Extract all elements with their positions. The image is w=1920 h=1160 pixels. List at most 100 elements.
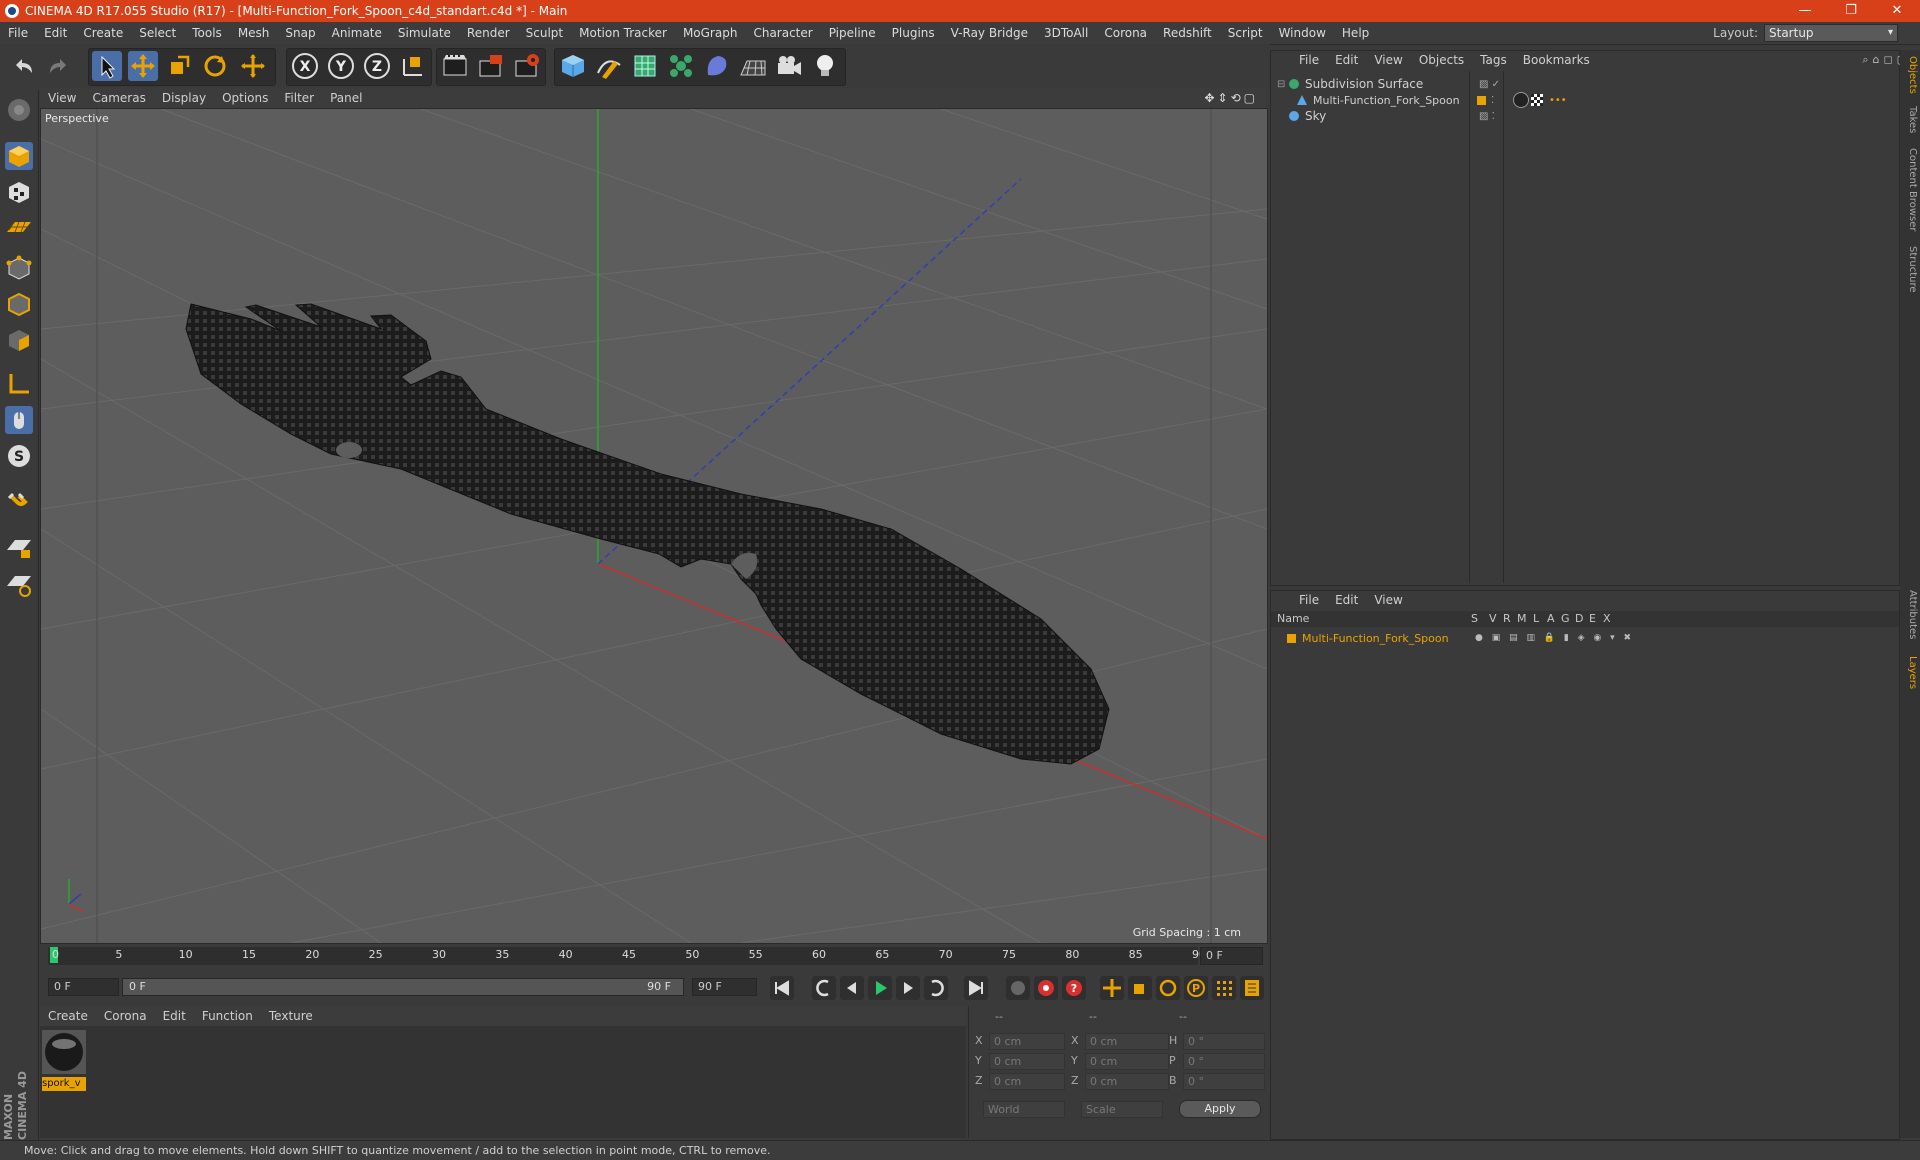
polygons-mode-icon[interactable] (5, 326, 33, 354)
close-icon[interactable]: ✕ (1874, 0, 1920, 22)
menu-vray-bridge[interactable]: V-Ray Bridge (943, 26, 1036, 40)
move-tool-icon[interactable] (128, 51, 158, 81)
layer-flag-manager[interactable]: M (1517, 611, 1527, 627)
apply-button[interactable]: Apply (1179, 1100, 1261, 1118)
texture-mode-icon[interactable] (5, 178, 33, 206)
menu-motion-tracker[interactable]: Motion Tracker (571, 26, 675, 40)
position-z-field[interactable]: 0 cm (989, 1073, 1065, 1090)
objects-menu-edit[interactable]: Edit (1327, 53, 1366, 67)
menu-redshift[interactable]: Redshift (1155, 26, 1220, 40)
rotation-b-field[interactable]: 0 ° (1183, 1073, 1265, 1090)
tag-dots-icon[interactable]: ••• (1549, 95, 1567, 106)
y-axis-lock-icon[interactable]: Y (326, 51, 356, 81)
material-menu-texture[interactable]: Texture (261, 1009, 321, 1023)
previous-frame-icon[interactable] (840, 976, 864, 1000)
goto-start-icon[interactable] (770, 976, 794, 1000)
layer-flag-render[interactable]: R (1503, 611, 1511, 627)
goto-end-icon[interactable] (964, 976, 988, 1000)
menu-render[interactable]: Render (459, 26, 518, 40)
menu-mograph[interactable]: MoGraph (675, 26, 746, 40)
tab-objects[interactable]: Objects (1902, 56, 1918, 94)
material-menu-function[interactable]: Function (194, 1009, 261, 1023)
size-x-field[interactable]: 0 cm (1085, 1033, 1169, 1050)
layer-flag-expressions[interactable]: E (1589, 611, 1596, 627)
material-menu-corona[interactable]: Corona (96, 1009, 155, 1023)
visibility-dots-icon[interactable]: ▨ ⁚ (1479, 111, 1495, 122)
tab-structure[interactable]: Structure (1902, 246, 1918, 293)
tab-content-browser[interactable]: Content Browser (1902, 148, 1918, 231)
objects-menu-view[interactable]: View (1366, 53, 1410, 67)
snap-icon[interactable]: S (5, 442, 33, 470)
light-object-icon[interactable] (810, 51, 840, 81)
tab-attributes[interactable]: Attributes (1902, 590, 1918, 639)
menu-plugins[interactable]: Plugins (884, 26, 943, 40)
lock-workplane-icon[interactable] (5, 534, 33, 562)
size-y-field[interactable]: 0 cm (1085, 1053, 1169, 1070)
redo-icon[interactable] (44, 51, 74, 81)
menu-pipeline[interactable]: Pipeline (821, 26, 884, 40)
3d-viewport[interactable]: Perspective Grid Spacing : 1 cm (40, 108, 1268, 944)
model-mode-icon[interactable] (5, 142, 33, 170)
undo-icon[interactable] (8, 51, 38, 81)
deformer-icon[interactable] (702, 51, 732, 81)
cube-object-icon[interactable] (558, 51, 588, 81)
objects-menu-objects[interactable]: Objects (1411, 53, 1472, 67)
menu-3dtoall[interactable]: 3DToAll (1036, 26, 1096, 40)
size-z-field[interactable]: 0 cm (1085, 1073, 1169, 1090)
menu-snap[interactable]: Snap (277, 26, 323, 40)
x-axis-lock-icon[interactable]: X (290, 51, 320, 81)
material-menu-create[interactable]: Create (40, 1009, 96, 1023)
objects-menu-bookmarks[interactable]: Bookmarks (1515, 53, 1598, 67)
floor-object-icon[interactable] (738, 51, 768, 81)
visibility-dots-icon[interactable]: ▨ ✓ (1479, 79, 1500, 90)
menu-mesh[interactable]: Mesh (230, 26, 278, 40)
key-scale-icon[interactable] (1128, 976, 1152, 1000)
tweak-mode-icon[interactable] (5, 406, 33, 434)
render-view-icon[interactable] (440, 51, 470, 81)
spline-pen-icon[interactable] (594, 51, 624, 81)
points-mode-icon[interactable] (5, 254, 33, 282)
expand-toggle-icon[interactable]: ⊟ (1277, 79, 1285, 90)
menu-corona[interactable]: Corona (1096, 26, 1155, 40)
z-axis-lock-icon[interactable]: Z (362, 51, 392, 81)
viewport-menu-view[interactable]: View (40, 91, 84, 105)
layers-menu-view[interactable]: View (1366, 593, 1410, 607)
viewport-menu-display[interactable]: Display (154, 91, 214, 105)
viewport-menu-cameras[interactable]: Cameras (84, 91, 153, 105)
next-frame-icon[interactable] (896, 976, 920, 1000)
rotation-p-field[interactable]: 0 ° (1183, 1053, 1265, 1070)
auto-keying-icon[interactable]: ? (1062, 976, 1086, 1000)
menu-help[interactable]: Help (1334, 26, 1377, 40)
position-y-field[interactable]: 0 cm (989, 1053, 1065, 1070)
viewport-menu-panel[interactable]: Panel (322, 91, 370, 105)
scale-tool-icon[interactable] (164, 51, 194, 81)
timeline-ruler[interactable]: 0 5 10 15 20 25 30 35 40 45 50 55 60 65 … (40, 944, 1266, 968)
layers-menu-edit[interactable]: Edit (1327, 593, 1366, 607)
layer-flag-animation[interactable]: A (1547, 611, 1555, 627)
objects-menu-tags[interactable]: Tags (1472, 53, 1515, 67)
motion-path-icon[interactable] (1006, 976, 1030, 1000)
range-slider[interactable]: 0 F 90 F (122, 978, 684, 996)
edges-mode-icon[interactable] (5, 290, 33, 318)
menu-edit[interactable]: Edit (36, 26, 75, 40)
position-x-field[interactable]: 0 cm (989, 1033, 1065, 1050)
menu-tools[interactable]: Tools (184, 26, 230, 40)
layer-row-fork-spoon[interactable]: Multi-Function_Fork_Spoon ● ▣ ▤ ▥ 🔒 ▮ ◈ … (1273, 629, 1899, 647)
magnet-icon[interactable] (5, 488, 33, 516)
key-rotation-icon[interactable] (1156, 976, 1180, 1000)
layer-flag-deformers[interactable]: D (1575, 611, 1583, 627)
viewport-nav-icons[interactable]: ✥⇕⟲▢ (1204, 91, 1258, 105)
objects-menu-file[interactable]: File (1291, 53, 1327, 67)
render-to-picture-viewer-icon[interactable] (476, 51, 506, 81)
menu-file[interactable]: File (0, 26, 36, 40)
subdivision-surface-icon[interactable] (630, 51, 660, 81)
previous-key-icon[interactable] (812, 976, 836, 1000)
minimize-icon[interactable]: — (1782, 0, 1828, 22)
coordinate-space-dropdown[interactable]: World (983, 1101, 1065, 1118)
key-position-icon[interactable] (1100, 976, 1124, 1000)
menu-create[interactable]: Create (75, 26, 131, 40)
menu-character[interactable]: Character (745, 26, 820, 40)
current-frame-field[interactable]: 0 F (1200, 947, 1263, 965)
key-parameter-icon[interactable]: P (1184, 976, 1208, 1000)
material-tag-icon[interactable] (1513, 92, 1529, 108)
